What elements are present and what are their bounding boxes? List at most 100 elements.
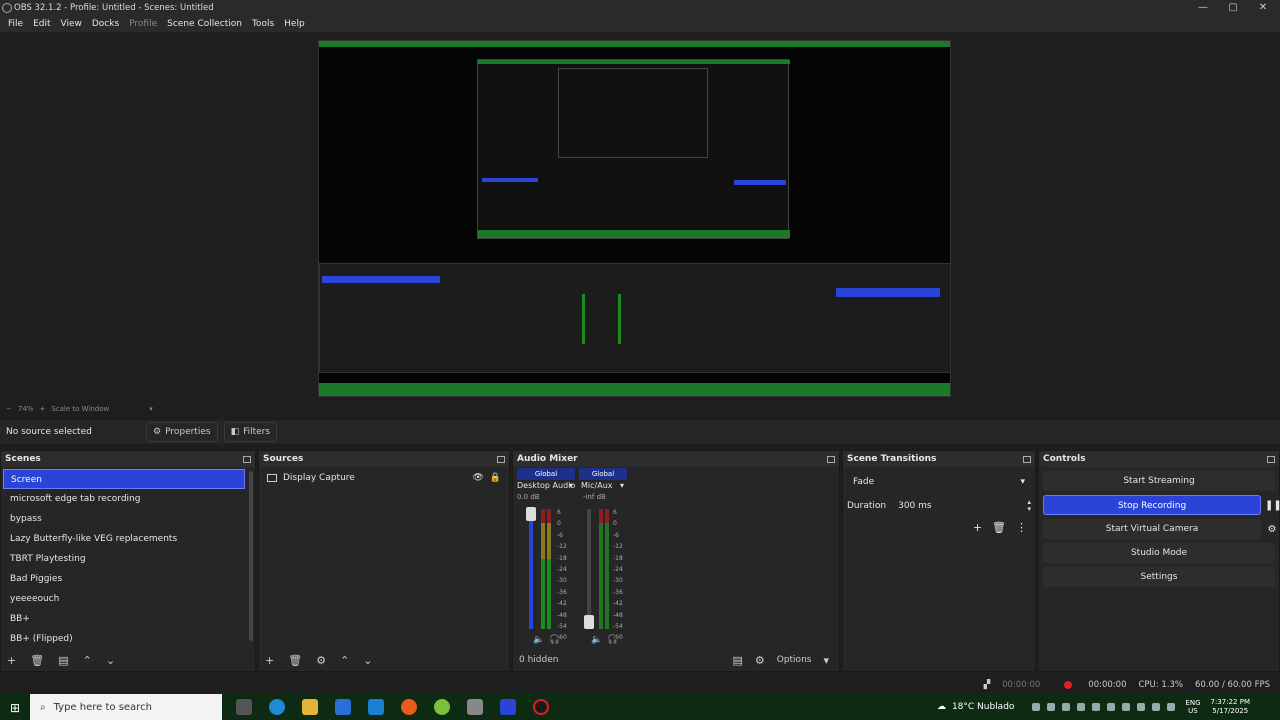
more-options-icon[interactable]: ⋮ [1016, 521, 1027, 534]
pause-icon[interactable]: ❚❚ [1265, 500, 1280, 511]
menu-profile[interactable]: Profile [129, 19, 157, 29]
undock-icon[interactable] [827, 455, 835, 463]
move-down-button[interactable]: ⌄ [106, 654, 115, 667]
tray-icon[interactable] [1047, 703, 1056, 711]
stop-recording-button[interactable]: Stop Recording [1043, 495, 1261, 515]
scene-item[interactable]: Lazy Butterfly-like VEG replacements [3, 529, 245, 549]
trash-icon[interactable]: 🗑 [30, 654, 44, 667]
lock-icon[interactable]: 🔒 [490, 473, 501, 483]
tray-icon[interactable] [1032, 703, 1041, 711]
move-up-button[interactable]: ⌃ [83, 654, 92, 667]
gear-icon[interactable]: ⚙ [1265, 524, 1279, 535]
language-indicator[interactable]: ENG US [1185, 699, 1200, 715]
chevron-down-icon[interactable]: ▾ [823, 654, 829, 667]
tray-icon[interactable] [1062, 703, 1071, 711]
start-virtual-camera-button[interactable]: Start Virtual Camera [1043, 519, 1261, 539]
eye-icon[interactable]: 👁 [472, 473, 483, 483]
store-icon[interactable] [335, 699, 351, 715]
properties-button[interactable]: ⚙ Properties [146, 422, 218, 442]
tray-icon[interactable] [1122, 703, 1131, 711]
trash-icon[interactable]: 🗑 [288, 654, 302, 667]
scene-item[interactable]: yeeeeouch [3, 589, 245, 609]
preview-canvas[interactable] [318, 40, 951, 397]
chevron-down-icon[interactable]: ▾ [149, 405, 153, 413]
zoom-in-button[interactable]: + [39, 405, 45, 413]
start-streaming-button[interactable]: Start Streaming [1043, 471, 1275, 491]
tray-icon[interactable] [1167, 703, 1176, 711]
scene-item[interactable]: TBRT Playtesting [3, 549, 245, 569]
scene-item[interactable]: BB+ [3, 609, 245, 629]
vegas-icon[interactable] [500, 699, 516, 715]
menu-tools[interactable]: Tools [252, 19, 274, 29]
headphones-icon[interactable]: 🎧 [607, 635, 618, 645]
advanced-audio-icon[interactable]: ⚙ [755, 654, 765, 667]
speaker-icon[interactable]: 🔈 [591, 635, 602, 645]
chevron-down-icon[interactable]: ▾ [569, 481, 573, 490]
tray-icon[interactable] [1137, 703, 1146, 711]
scene-item[interactable]: BB+ (Flipped) [3, 629, 245, 649]
weather[interactable]: ☁ 18°C Nublado [937, 702, 1014, 712]
transition-select[interactable]: Fade ▾ [847, 473, 1031, 491]
taskbar-search[interactable]: ⌕ Type here to search [30, 694, 222, 720]
duration-input[interactable]: 300 ms [894, 497, 1019, 515]
chevron-down-icon[interactable]: ▾ [620, 481, 624, 490]
source-item[interactable]: Display Capture 👁 🔒 [259, 467, 509, 489]
studio-mode-button[interactable]: Studio Mode [1043, 543, 1275, 563]
settings-button[interactable]: Settings [1043, 567, 1275, 587]
trash-icon[interactable]: 🗑 [992, 521, 1006, 534]
add-source-button[interactable]: + [265, 654, 274, 667]
clock[interactable]: 7:37:22 PM 5/17/2025 [1211, 698, 1250, 716]
channel-name-desktop[interactable]: Desktop Audio [517, 481, 575, 490]
scene-item[interactable]: microsoft edge tab recording [3, 489, 245, 509]
undock-icon[interactable] [1023, 455, 1031, 463]
scene-item[interactable]: Bad Piggies [3, 569, 245, 589]
channel-name-mic[interactable]: Mic/Aux [581, 481, 613, 490]
undock-icon[interactable] [497, 455, 505, 463]
headphones-icon[interactable]: 🎧 [549, 635, 560, 645]
mixer-layout-icon[interactable]: ▤ [732, 654, 742, 667]
app-icon[interactable] [434, 699, 450, 715]
menu-view[interactable]: View [61, 19, 82, 29]
move-down-button[interactable]: ⌄ [363, 654, 372, 667]
slider-handle[interactable] [584, 615, 594, 629]
menu-help[interactable]: Help [284, 19, 305, 29]
volume-slider-desktop[interactable] [529, 509, 533, 629]
menu-scene-collection[interactable]: Scene Collection [167, 19, 242, 29]
filters-button[interactable]: ◧ Filters [223, 422, 278, 442]
tray-icon[interactable] [1107, 703, 1116, 711]
undock-icon[interactable] [243, 455, 251, 463]
menu-docks[interactable]: Docks [92, 19, 119, 29]
maximize-button[interactable]: ▢ [1218, 0, 1248, 16]
speaker-icon[interactable]: 🔈 [533, 635, 544, 645]
tray-icon[interactable] [1077, 703, 1086, 711]
scene-item[interactable]: Screen [3, 469, 245, 489]
scene-item[interactable]: bypass [3, 509, 245, 529]
options-button[interactable]: Options [777, 655, 812, 665]
slider-handle[interactable] [526, 507, 536, 521]
add-scene-button[interactable]: + [7, 654, 16, 667]
task-view-icon[interactable] [236, 699, 252, 715]
spin-arrows-icon[interactable]: ▴ ▾ [1027, 499, 1031, 513]
volume-slider-mic[interactable] [587, 509, 591, 629]
menu-edit[interactable]: Edit [33, 19, 50, 29]
firefox-icon[interactable] [401, 699, 417, 715]
mail-icon[interactable] [368, 699, 384, 715]
app-icon[interactable] [467, 699, 483, 715]
file-explorer-icon[interactable] [302, 699, 318, 715]
minimize-button[interactable]: — [1188, 0, 1218, 16]
tray-icon[interactable] [1152, 703, 1161, 711]
scene-list-scrollbar[interactable] [249, 471, 253, 641]
zoom-mode[interactable]: Scale to Window [51, 405, 109, 413]
move-up-button[interactable]: ⌃ [340, 654, 349, 667]
zoom-out-button[interactable]: − [6, 405, 12, 413]
obs-icon[interactable] [533, 699, 549, 715]
gear-icon[interactable]: ⚙ [316, 654, 326, 667]
add-transition-button[interactable]: + [973, 521, 982, 534]
tray-icon[interactable] [1092, 703, 1101, 711]
undock-icon[interactable] [1267, 455, 1275, 463]
windows-start-icon[interactable]: ⊞ [10, 701, 20, 715]
close-button[interactable]: ✕ [1248, 0, 1278, 16]
scene-filters-icon[interactable]: ▤ [58, 654, 68, 667]
edge-icon[interactable] [269, 699, 285, 715]
menu-file[interactable]: File [8, 19, 23, 29]
